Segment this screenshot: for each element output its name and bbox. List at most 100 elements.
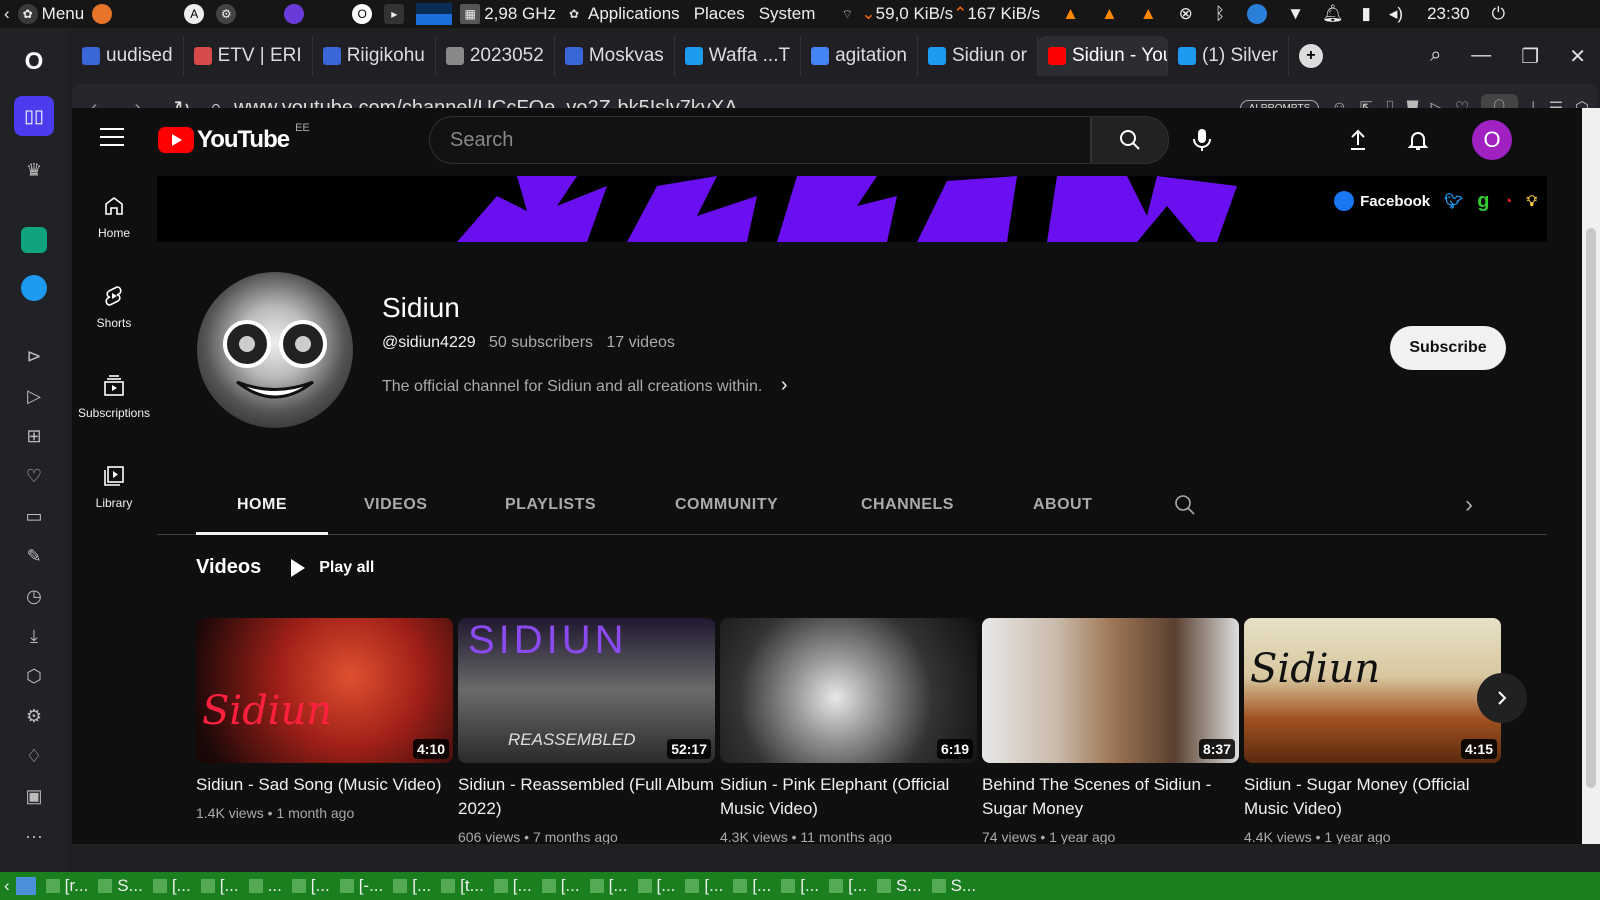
channel-description[interactable]: The official channel for Sidiun and all …	[382, 374, 788, 397]
page-scrollbar[interactable]	[1582, 108, 1600, 844]
browser-tab[interactable]: Sidiun - YouTub	[1037, 36, 1168, 76]
taskbar-window-button[interactable]: [...	[493, 876, 532, 896]
video-title[interactable]: Sidiun - Sugar Money (Official Music Vid…	[1244, 773, 1501, 821]
vlc-tray-2[interactable]: ▲	[1101, 4, 1118, 24]
guide-subscriptions[interactable]: Subscriptions	[72, 352, 156, 442]
browser-tab[interactable]: agitation	[801, 36, 918, 76]
taskbar-window-button[interactable]: ...	[248, 876, 282, 896]
taskbar-arrow-left[interactable]: ‹	[4, 876, 10, 896]
power-button[interactable]: ⏻	[1492, 4, 1505, 24]
browser-tab[interactable]: 2023052	[436, 36, 555, 76]
browser-tab[interactable]: uudised	[72, 36, 184, 76]
taskbar-window-button[interactable]: [...	[541, 876, 580, 896]
tabs-button[interactable]: ▭	[14, 496, 54, 536]
extensions-button[interactable]: ⬡	[14, 656, 54, 696]
chatgpt-button[interactable]	[14, 220, 54, 260]
tray-battery[interactable]: ▮	[1362, 4, 1371, 24]
lightbulb-link-icon[interactable]: 💡︎	[1526, 193, 1537, 210]
tray-volume[interactable]: ◂)	[1389, 4, 1403, 24]
taskbar-window-button[interactable]: [...	[291, 876, 330, 896]
tab-about[interactable]: ABOUT	[1033, 485, 1092, 535]
places-menu[interactable]: Places	[694, 4, 745, 24]
show-desktop-button[interactable]	[15, 877, 36, 895]
video-title[interactable]: Sidiun - Pink Elephant (Official Music V…	[720, 773, 977, 821]
tab-community[interactable]: COMMUNITY	[675, 485, 778, 535]
search-input[interactable]: Search	[429, 116, 1091, 164]
close-button[interactable]: ✕	[1569, 44, 1586, 69]
guide-library[interactable]: Library	[72, 442, 156, 532]
twitter-link-icon[interactable]: 🐦︎	[1444, 192, 1463, 210]
tab-home[interactable]: HOME	[196, 485, 328, 535]
system-menu[interactable]: System	[759, 4, 816, 24]
opera-launcher[interactable]: O	[352, 4, 376, 24]
panel-arrow-left[interactable]: ‹	[4, 4, 10, 24]
tray-notifications[interactable]: 🔔︎	[1322, 4, 1344, 24]
pinboard-button[interactable]: ✎	[14, 536, 54, 576]
vlc-tray-3[interactable]: ▲	[1140, 4, 1157, 24]
play-all-button[interactable]: Play all	[291, 559, 374, 577]
guide-home[interactable]: Home	[72, 172, 156, 262]
video-title[interactable]: Behind The Scenes of Sidiun - Sugar Mone…	[982, 773, 1239, 821]
flow-button[interactable]: ▣	[14, 776, 54, 816]
more-button[interactable]: ···	[14, 816, 54, 856]
taskbar-window-button[interactable]: [...	[781, 876, 819, 896]
video-title[interactable]: Sidiun - Reassembled (Full Album 2022)	[458, 773, 715, 821]
history-button[interactable]: ◷	[14, 576, 54, 616]
minimize-button[interactable]: —	[1471, 44, 1491, 69]
tabs-scroll-right[interactable]: ›	[1465, 485, 1474, 535]
notifications-button[interactable]	[1398, 120, 1438, 160]
subscribe-button[interactable]: Subscribe	[1390, 326, 1506, 370]
taskbar-window-button[interactable]: S...	[931, 876, 976, 896]
search-button[interactable]	[1091, 116, 1169, 164]
tab-channels[interactable]: CHANNELS	[861, 485, 954, 535]
browser-tab[interactable]: Moskvas	[555, 36, 675, 76]
tab-search-button[interactable]: ⌕	[1430, 44, 1441, 69]
downloads-button[interactable]: ⤓	[14, 616, 54, 656]
maximize-button[interactable]: ❐	[1521, 44, 1539, 69]
browser-tab[interactable]: Waffa ...T	[675, 36, 802, 76]
player-button[interactable]: ⊳	[14, 336, 54, 376]
create-button[interactable]	[1338, 120, 1378, 160]
tray-podcast[interactable]	[284, 4, 308, 24]
opera-logo-button[interactable]: O	[14, 42, 54, 82]
video-thumbnail[interactable]: Sidiun 4:15	[1244, 618, 1501, 763]
tab-videos[interactable]: VIDEOS	[364, 485, 427, 535]
taskbar-window-button[interactable]: [...	[152, 876, 191, 896]
channel-avatar[interactable]	[197, 272, 353, 428]
scrollbar-thumb[interactable]	[1586, 228, 1596, 788]
new-tab-button[interactable]: +	[1298, 44, 1323, 68]
video-title[interactable]: Sidiun - Sad Song (Music Video)	[196, 773, 453, 797]
twitter-button[interactable]	[14, 268, 54, 308]
video-thumbnail[interactable]: 6:19	[720, 618, 977, 763]
hamburger-menu-button[interactable]	[100, 128, 124, 148]
settings-button[interactable]: ⚙	[14, 696, 54, 736]
tab-playlists[interactable]: PLAYLISTS	[505, 485, 596, 535]
tray-wifi[interactable]: ▼	[1287, 4, 1304, 24]
crown-button[interactable]: ♛	[14, 150, 54, 190]
channel-search-button[interactable]	[1173, 493, 1197, 543]
video-thumbnail[interactable]: 8:37	[982, 618, 1239, 763]
applications-menu[interactable]: ✿ Applications	[564, 4, 680, 24]
voice-search-button[interactable]	[1182, 120, 1222, 160]
taskbar-window-button[interactable]: [r...	[45, 876, 88, 896]
youtube-logo[interactable]: YouTube EE	[158, 122, 310, 154]
video-card[interactable]: SIDIUN REASSEMBLED 52:17 Sidiun - Reasse…	[458, 618, 715, 844]
browser-tab[interactable]: (1) Silver	[1168, 36, 1289, 76]
facebook-link[interactable]: Facebook	[1334, 191, 1430, 211]
browser-tab[interactable]: ETV | ERI	[184, 36, 313, 76]
guide-shorts[interactable]: Shorts	[72, 262, 156, 352]
tray-app-a[interactable]: A	[184, 4, 208, 24]
taskbar-window-button[interactable]: S...	[877, 876, 922, 896]
tray-update[interactable]	[1247, 4, 1271, 24]
speed-dial-button[interactable]: ⊞	[14, 416, 54, 456]
browser-tab[interactable]: Riigikohu	[313, 36, 436, 76]
red-circle-link-icon[interactable]: ◔	[1503, 193, 1512, 210]
account-avatar[interactable]: O	[1472, 120, 1512, 160]
taskbar-window-button[interactable]: [...	[589, 876, 628, 896]
reader-button[interactable]: ▯▯	[14, 96, 54, 136]
video-card[interactable]: Sidiun 4:10 Sidiun - Sad Song (Music Vid…	[196, 618, 453, 821]
tray-bluetooth[interactable]: ᛒ	[1215, 4, 1225, 24]
tray-gear[interactable]: ⚙	[216, 4, 240, 24]
firefox-launcher[interactable]	[92, 4, 116, 24]
video-thumbnail[interactable]: Sidiun 4:10	[196, 618, 453, 763]
